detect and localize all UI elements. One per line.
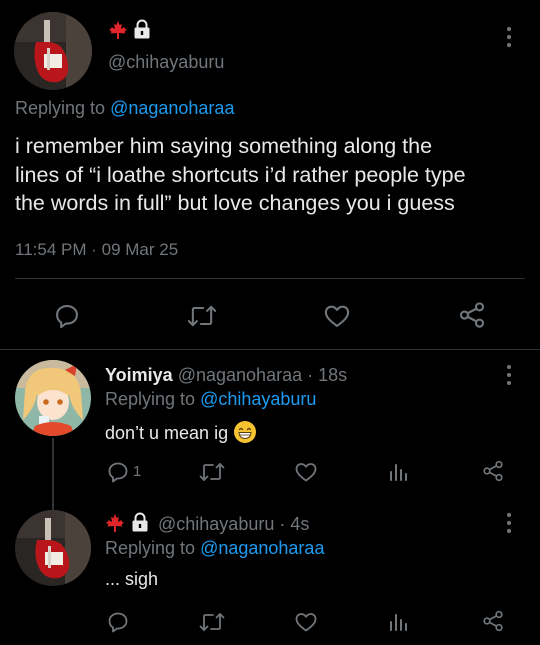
tweet-text-line: lines of “i loathe shortcuts i’d rather … bbox=[15, 162, 466, 187]
reply-text: ... sigh bbox=[105, 569, 159, 589]
grinning-emoji bbox=[234, 421, 257, 443]
more-icon[interactable] bbox=[499, 510, 519, 536]
retweet-icon[interactable] bbox=[198, 460, 226, 484]
more-icon[interactable] bbox=[499, 362, 519, 388]
tweet-text-line: the words in full” but love changes you … bbox=[15, 191, 455, 215]
divider bbox=[15, 278, 525, 279]
reply-text: don’t u mean ig bbox=[105, 421, 257, 444]
replying-to-label: Replying to bbox=[105, 538, 196, 558]
replying-to: Replying to @naganoharaa bbox=[15, 98, 234, 119]
share-icon[interactable] bbox=[457, 300, 487, 330]
replying-to-label: Replying to bbox=[15, 98, 106, 118]
tweet-text: i remember him saying something along th… bbox=[15, 132, 466, 218]
reply-icon[interactable] bbox=[106, 460, 130, 484]
post-time: · 18s bbox=[307, 365, 348, 385]
timestamp: 11:54 PM · 09 Mar 25 bbox=[15, 240, 179, 259]
lock-icon bbox=[133, 19, 151, 39]
reply-text-content: don’t u mean ig bbox=[105, 423, 229, 443]
analytics-icon[interactable] bbox=[386, 460, 410, 484]
author-handle[interactable]: @naganoharaa bbox=[178, 365, 302, 385]
tweet-text-line: i remember him saying something along th… bbox=[15, 134, 433, 158]
share-icon[interactable] bbox=[481, 609, 505, 633]
reply-header: Yoimiya @naganoharaa · 18s bbox=[105, 365, 347, 386]
display-name[interactable]: Yoimiya bbox=[105, 365, 173, 385]
author-handle[interactable]: @chihayaburu bbox=[158, 514, 274, 534]
like-icon[interactable] bbox=[294, 460, 318, 484]
analytics-icon[interactable] bbox=[386, 610, 410, 634]
reply-icon[interactable] bbox=[106, 610, 130, 634]
lock-icon bbox=[131, 512, 149, 532]
avatar[interactable] bbox=[14, 12, 92, 90]
avatar[interactable] bbox=[15, 360, 91, 436]
reply-icon[interactable] bbox=[53, 302, 81, 330]
retweet-icon[interactable] bbox=[198, 610, 226, 634]
thread-line bbox=[52, 438, 54, 510]
like-icon[interactable] bbox=[294, 610, 318, 634]
like-icon[interactable] bbox=[323, 302, 351, 330]
replying-to: Replying to @naganoharaa bbox=[105, 538, 324, 559]
reply-count: 1 bbox=[133, 463, 142, 480]
divider bbox=[0, 349, 540, 350]
share-icon[interactable] bbox=[481, 459, 505, 483]
author-handle[interactable]: @chihayaburu bbox=[108, 52, 224, 73]
retweet-icon[interactable] bbox=[186, 302, 218, 330]
avatar[interactable] bbox=[15, 510, 91, 586]
maple-leaf-icon bbox=[108, 20, 128, 40]
reply-header: @chihayaburu · 4s bbox=[158, 514, 309, 535]
replying-to: Replying to @chihayaburu bbox=[105, 389, 316, 410]
replying-to-label: Replying to bbox=[105, 389, 196, 409]
maple-leaf-icon bbox=[105, 513, 125, 533]
replying-to-handle[interactable]: @naganoharaa bbox=[110, 98, 234, 118]
replying-to-handle[interactable]: @naganoharaa bbox=[200, 538, 324, 558]
post-time: · 4s bbox=[279, 514, 310, 534]
replying-to-handle[interactable]: @chihayaburu bbox=[200, 389, 316, 409]
more-icon[interactable] bbox=[499, 24, 519, 50]
